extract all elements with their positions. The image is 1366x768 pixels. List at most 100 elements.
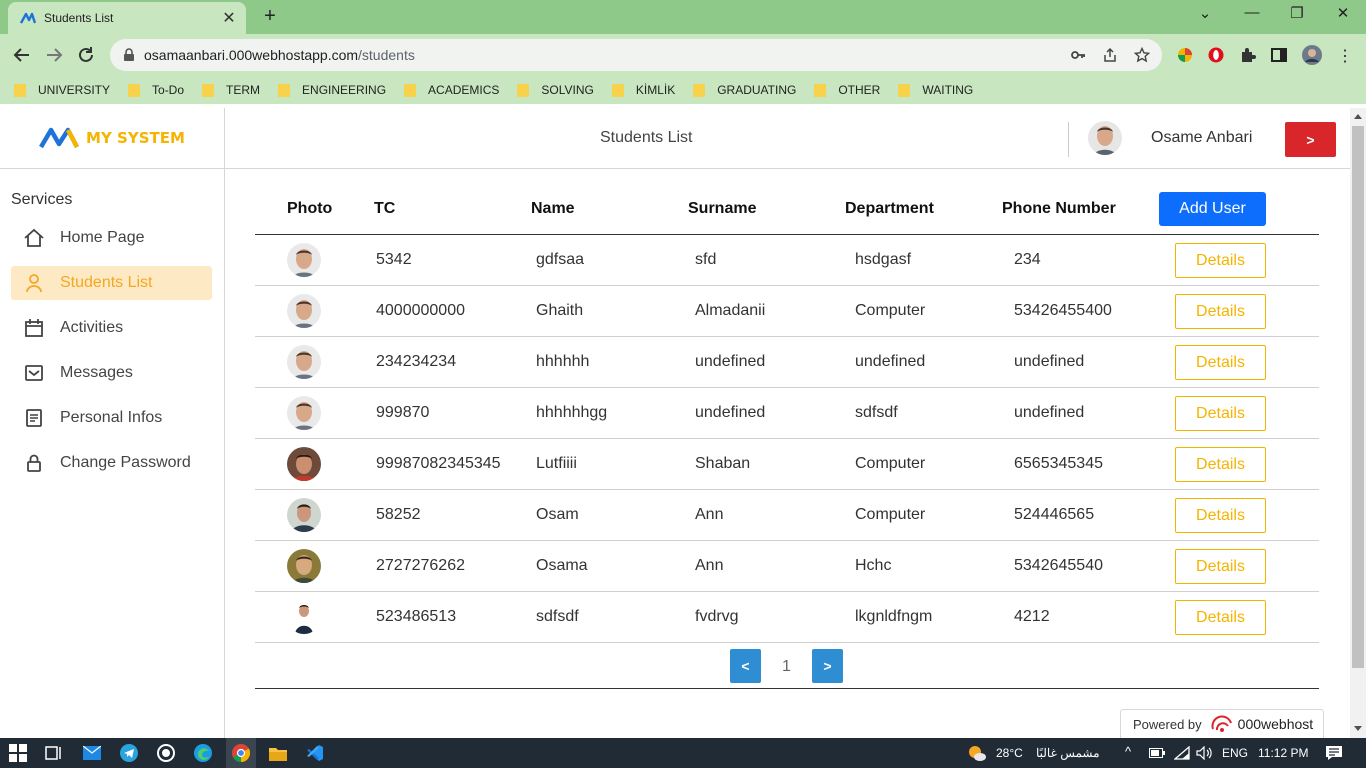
powered-label: Powered by [1133, 716, 1202, 732]
powered-brand: 000webhost [1237, 716, 1314, 732]
page-scrollbar[interactable] [1350, 108, 1366, 738]
page-title: Students List [600, 129, 693, 146]
wifi-icon[interactable] [1172, 743, 1192, 763]
browser-tab-strip: Students List ✕ + ⌄ — ❐ ✕ [0, 0, 1366, 34]
telegram-icon[interactable] [119, 743, 139, 763]
logout-button[interactable]: > [1285, 122, 1336, 157]
battery-icon[interactable] [1147, 743, 1167, 763]
bookmark-folder[interactable]: ACADEMICS [404, 83, 499, 97]
logo-text: MY SYSTEM [86, 129, 185, 147]
bookmark-folder[interactable]: OTHER [814, 83, 880, 97]
details-button[interactable]: Details [1175, 600, 1266, 635]
extensions-puzzle-icon[interactable] [1239, 46, 1257, 64]
clock[interactable]: 11:12 PM [1258, 746, 1308, 760]
student-photo [287, 600, 321, 634]
file-explorer-icon[interactable] [268, 743, 288, 763]
bookmark-folder[interactable]: TERM [202, 83, 260, 97]
tab-search-icon[interactable]: ⌄ [1190, 4, 1220, 22]
vscode-icon[interactable] [305, 743, 325, 763]
details-button[interactable]: Details [1175, 549, 1266, 584]
tab-close-icon[interactable]: ✕ [220, 8, 238, 28]
details-button[interactable]: Details [1175, 498, 1266, 533]
details-button[interactable]: Details [1175, 396, 1266, 431]
column-header: Department [845, 200, 934, 217]
table-header: Photo TC Name Surname Department Phone N… [255, 184, 1319, 235]
share-icon[interactable] [1102, 47, 1118, 63]
new-tab-button[interactable]: + [259, 5, 281, 28]
volume-icon[interactable] [1194, 743, 1214, 763]
bookmark-label: WAITING [922, 83, 974, 97]
bookmark-folder[interactable]: KİMLİK [611, 83, 676, 97]
bookmark-folder[interactable]: WAITING [898, 83, 973, 97]
cell-phone: 524446565 [1014, 506, 1095, 523]
details-button[interactable]: Details [1175, 294, 1266, 329]
details-button[interactable]: Details [1175, 243, 1266, 278]
lock-icon [23, 452, 45, 474]
reload-icon[interactable] [74, 43, 98, 67]
sidebar-item-messages[interactable]: Messages [11, 356, 212, 390]
powered-by-badge[interactable]: Powered by 000webhost [1120, 709, 1324, 738]
browser-menu-icon[interactable]: ⋮ [1330, 46, 1360, 66]
sidebar-item-home[interactable]: Home Page [11, 221, 212, 255]
cell-surname: sfd [695, 251, 717, 268]
close-window-button[interactable]: ✕ [1328, 4, 1358, 22]
bookmark-folder[interactable]: GRADUATING [693, 83, 796, 97]
avatar[interactable] [1088, 121, 1122, 155]
cell-department: lkgnldfngm [855, 608, 933, 625]
cell-name: hhhhhh [536, 353, 590, 370]
scroll-down-icon[interactable] [1354, 726, 1362, 731]
weather-icon[interactable] [967, 743, 987, 763]
table-row: 234234234 hhhhhh undefined undefined und… [255, 337, 1319, 388]
back-icon[interactable] [10, 43, 34, 67]
bookmark-star-icon[interactable] [1134, 47, 1150, 63]
opera-extension-icon[interactable] [1207, 46, 1225, 64]
prev-page-button[interactable]: < [730, 649, 761, 683]
add-user-button[interactable]: Add User [1159, 192, 1266, 226]
sidebar-item-personal-infos[interactable]: Personal Infos [11, 401, 212, 435]
forward-icon[interactable] [42, 43, 66, 67]
restore-button[interactable]: ❐ [1282, 4, 1312, 22]
windows-start-icon[interactable] [8, 743, 28, 763]
bookmark-folder[interactable]: UNIVERSITY [14, 83, 110, 97]
bookmark-folder[interactable]: To-Do [128, 83, 184, 97]
cell-name: sdfsdf [536, 608, 579, 625]
browser-tab[interactable]: Students List ✕ [8, 2, 246, 34]
bookmark-folder[interactable]: ENGINEERING [278, 83, 386, 97]
scroll-up-icon[interactable] [1354, 114, 1362, 119]
show-hidden-icons-icon[interactable]: ^ [1125, 744, 1131, 759]
whatsapp-icon[interactable] [156, 743, 176, 763]
cell-phone: 4212 [1014, 608, 1050, 625]
weather-description[interactable]: مشمس غالبًا [1036, 746, 1100, 760]
key-icon[interactable] [1070, 47, 1086, 63]
folder-icon [404, 83, 417, 97]
details-button[interactable]: Details [1175, 447, 1266, 482]
bookmark-label: KİMLİK [635, 83, 676, 97]
details-button[interactable]: Details [1175, 345, 1266, 380]
cell-name: gdfsaa [536, 251, 585, 268]
side-panel-icon[interactable] [1270, 46, 1288, 64]
minimize-button[interactable]: — [1237, 4, 1267, 21]
column-header: Phone Number [1002, 200, 1116, 217]
student-photo [287, 345, 321, 379]
sidebar-item-change-password[interactable]: Change Password [11, 446, 212, 480]
table-row: 523486513 sdfsdf fvdrvg lkgnldfngm 4212 … [255, 592, 1319, 643]
address-bar[interactable]: osamaanbari.000webhostapp.com/students [110, 39, 1162, 71]
chrome-icon[interactable] [231, 743, 251, 763]
column-header: Name [531, 200, 575, 217]
next-page-button[interactable]: > [812, 649, 843, 683]
cell-department: Computer [855, 302, 926, 319]
edge-icon[interactable] [193, 743, 213, 763]
task-view-icon[interactable] [44, 743, 64, 763]
weather-temp[interactable]: 28°C [996, 746, 1023, 760]
bookmark-folder[interactable]: SOLVING [517, 83, 594, 97]
language-indicator[interactable]: ENG [1222, 746, 1248, 760]
profile-avatar-icon[interactable] [1302, 45, 1322, 65]
notifications-icon[interactable] [1324, 743, 1344, 763]
scroll-thumb[interactable] [1352, 126, 1364, 668]
mail-app-icon[interactable] [82, 743, 102, 763]
logo[interactable]: MY SYSTEM [0, 108, 224, 169]
sidebar-item-activities[interactable]: Activities [11, 311, 212, 345]
bookmark-label: UNIVERSITY [38, 83, 111, 97]
color-extension-icon[interactable] [1176, 46, 1194, 64]
sidebar-item-students[interactable]: Students List [11, 266, 212, 300]
